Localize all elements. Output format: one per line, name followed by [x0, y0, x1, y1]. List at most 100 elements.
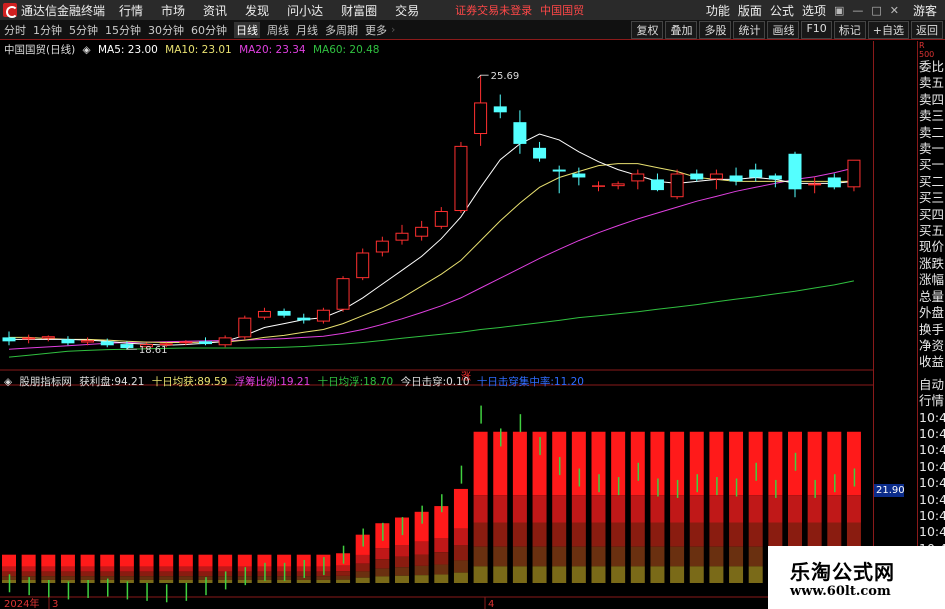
quote-panel-item[interactable]: 买二: [918, 174, 945, 190]
menu-wealth[interactable]: 财富圈: [341, 2, 377, 19]
app-title: 通达信金融终端: [21, 3, 106, 18]
kline-chart[interactable]: 25.0024.0023.0022.0021.0020.0019.0025.00…: [0, 41, 874, 609]
quote-panel-item[interactable]: 买五: [918, 223, 945, 239]
chip-bar-segment: [100, 571, 115, 577]
quote-panel-item[interactable]: 净资: [918, 338, 945, 354]
quote-panel-item[interactable]: 行情: [918, 393, 945, 409]
chip-bar-segment: [159, 576, 174, 580]
time-axis-year: 2024年: [4, 597, 39, 609]
maximize-icon[interactable]: □: [871, 4, 881, 17]
quote-panel-item[interactable]: 卖五: [918, 75, 945, 91]
period-tab[interactable]: 60分钟: [191, 22, 227, 38]
close-icon[interactable]: ✕: [890, 4, 899, 17]
quote-panel-item[interactable]: 委比: [918, 59, 945, 75]
chip-bar-segment: [807, 522, 822, 547]
candle-body: [533, 147, 547, 159]
chip-bar-segment: [512, 522, 527, 547]
quote-panel-item[interactable]: 收益: [918, 354, 945, 370]
quote-panel-item[interactable]: 买一: [918, 157, 945, 173]
quote-panel-item[interactable]: 10:45: [918, 410, 945, 426]
chip-bar-segment: [375, 559, 390, 569]
period-tab[interactable]: 5分钟: [69, 22, 98, 38]
quote-panel-item[interactable]: 10:45: [918, 508, 945, 524]
menu-news[interactable]: 资讯: [203, 2, 227, 19]
chip-bar-segment: [41, 554, 56, 567]
period-tab[interactable]: 周线: [267, 22, 289, 38]
ten-float-label: 十日均浮:: [317, 376, 364, 388]
chip-bar-segment: [689, 566, 704, 583]
chip-bar-segment: [453, 488, 468, 529]
quote-panel-item[interactable]: 10:45: [918, 475, 945, 491]
toolbar-button[interactable]: 复权: [631, 20, 664, 39]
menu-formula[interactable]: 公式: [770, 2, 794, 19]
skin-icon[interactable]: ▣: [834, 4, 844, 17]
quote-panel-item[interactable]: 买三: [918, 190, 945, 206]
chip-bar-segment: [80, 571, 95, 577]
quote-panel-item[interactable]: 10:45: [918, 459, 945, 475]
chip-bar-segment: [630, 495, 645, 523]
period-tab[interactable]: 月线: [296, 22, 318, 38]
toolbar-button[interactable]: 统计: [733, 20, 766, 39]
period-tab[interactable]: 30分钟: [148, 22, 184, 38]
period-tab[interactable]: 15分钟: [105, 22, 141, 38]
indicator-name[interactable]: 股朋指标网: [19, 376, 72, 388]
toolbar-button[interactable]: 叠加: [665, 20, 698, 39]
quote-panel-item[interactable]: 10:45: [918, 426, 945, 442]
time-axis-month: 3: [52, 599, 58, 609]
period-tab[interactable]: 多周期: [325, 22, 358, 38]
quote-panel-item[interactable]: 卖一: [918, 141, 945, 157]
quote-panel-item[interactable]: 换手: [918, 322, 945, 338]
chart-area[interactable]: 25.0024.0023.0022.0021.0020.0019.0025.00…: [0, 41, 874, 609]
guest-label[interactable]: 游客: [913, 2, 937, 19]
chip-bar-segment: [748, 522, 763, 547]
toolbar-button[interactable]: 返回: [911, 20, 943, 39]
period-tabs: 分时 1分钟 5分钟 15分钟 30分钟 60分钟 日线 周线 月线 多周期 更多: [4, 21, 387, 38]
quote-panel-item[interactable]: 10:45: [918, 524, 945, 540]
menu-discover[interactable]: 发现: [245, 2, 269, 19]
menu-layout[interactable]: 版面: [738, 2, 762, 19]
quote-panel-item[interactable]: 总量: [918, 289, 945, 305]
candle-body: [218, 337, 232, 346]
quote-panel-item[interactable]: 现价: [918, 239, 945, 255]
toolbar-button[interactable]: 多股: [699, 20, 732, 39]
quote-panel-item[interactable]: 自动: [918, 377, 945, 393]
menu-quotes[interactable]: 行情: [119, 2, 143, 19]
quote-panel-item[interactable]: 10:45: [918, 492, 945, 508]
quote-panel-item[interactable]: 外盘: [918, 305, 945, 321]
chip-bar-segment: [709, 546, 724, 567]
stock-label[interactable]: 中国国贸(日线): [4, 44, 75, 56]
menu-function[interactable]: 功能: [706, 2, 730, 19]
quote-panel-item[interactable]: 涨跌: [918, 256, 945, 272]
candle-body: [395, 232, 409, 241]
quote-panel-item[interactable]: 涨幅: [918, 272, 945, 288]
chevron-right-icon[interactable]: ›: [391, 23, 395, 36]
menu-trade[interactable]: 交易: [395, 2, 419, 19]
toolbar-button[interactable]: 标记: [833, 20, 866, 39]
minimize-icon[interactable]: —: [852, 4, 863, 17]
toolbar-button[interactable]: 画线: [767, 20, 800, 39]
period-tab[interactable]: 分时: [4, 22, 26, 38]
chip-bar-segment: [807, 495, 822, 523]
chip-bar-segment: [178, 554, 193, 567]
indicator-toggle-icon[interactable]: ◈: [4, 376, 12, 388]
menu-ask[interactable]: 问小达: [287, 2, 323, 19]
quote-panel-item[interactable]: 买四: [918, 207, 945, 223]
period-tab[interactable]: 1分钟: [33, 22, 62, 38]
toolbar-button[interactable]: F10: [801, 20, 832, 39]
chip-bar-segment: [768, 495, 783, 523]
high-price-label: 25.69: [491, 71, 520, 82]
menu-market[interactable]: 市场: [161, 2, 185, 19]
candle-body: [336, 278, 350, 310]
chip-bar-segment: [21, 571, 36, 577]
period-tab[interactable]: 日线: [234, 21, 260, 38]
quote-panel-item[interactable]: 10:45: [918, 442, 945, 458]
quote-panel-item[interactable]: 卖二: [918, 125, 945, 141]
period-tab[interactable]: 更多: [365, 22, 387, 38]
toolbar-button[interactable]: +自选: [867, 20, 909, 39]
menu-options[interactable]: 选项: [802, 2, 826, 19]
quote-panel-item[interactable]: 卖三: [918, 108, 945, 124]
quote-panel-item[interactable]: 卖四: [918, 92, 945, 108]
chip-bar-segment: [512, 566, 527, 583]
legend-toggle-icon[interactable]: ◈: [83, 44, 91, 56]
ma10-line: [9, 163, 854, 343]
